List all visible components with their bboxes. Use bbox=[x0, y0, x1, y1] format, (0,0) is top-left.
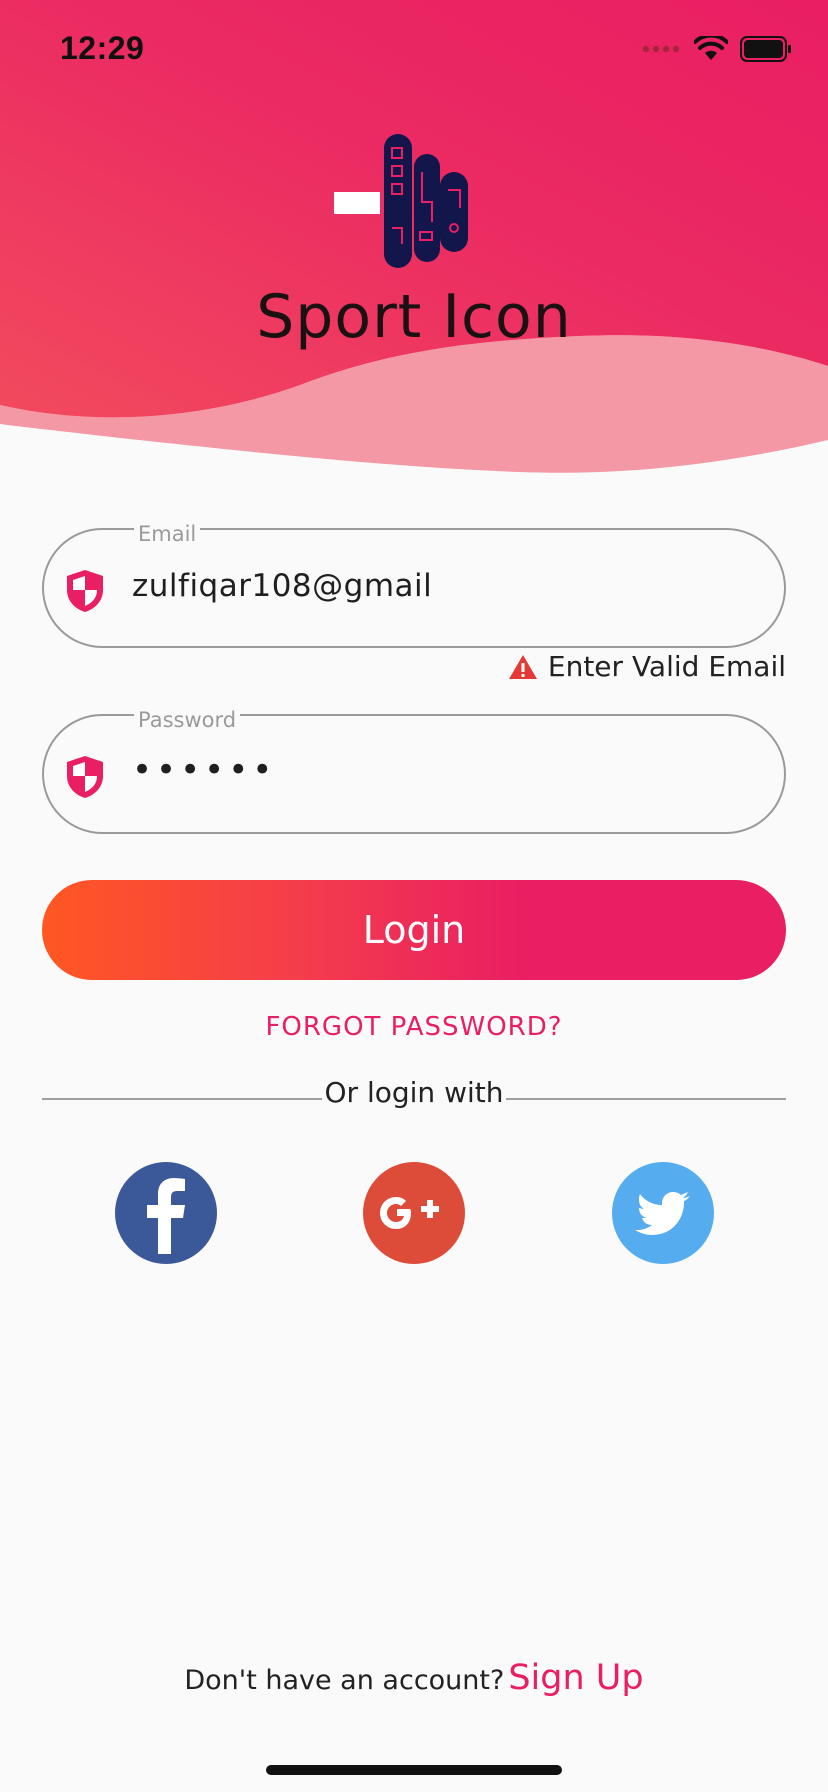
divider-left bbox=[42, 1098, 322, 1100]
app-title: Sport Icon bbox=[256, 282, 572, 352]
email-label: Email bbox=[134, 522, 201, 546]
or-login-with-label: Or login with bbox=[322, 1076, 506, 1109]
warning-icon bbox=[508, 654, 537, 679]
google-plus-icon bbox=[380, 1197, 439, 1229]
forgot-password-link[interactable]: FORGOT PASSWORD? bbox=[0, 1012, 828, 1042]
wifi-icon bbox=[694, 36, 728, 60]
header-banner: 12:29 Sport Icon bbox=[0, 0, 828, 480]
signup-row: Don't have an account? Sign Up bbox=[0, 1658, 828, 1698]
email-error: Enter Valid Email bbox=[508, 650, 786, 683]
home-indicator[interactable] bbox=[266, 1765, 562, 1775]
cellular-signal-icon bbox=[642, 45, 680, 53]
password-label: Password bbox=[134, 708, 241, 732]
sport-logo-icon bbox=[334, 134, 468, 268]
status-time: 12:29 bbox=[60, 30, 145, 66]
divider-right bbox=[506, 1098, 786, 1100]
twitter-icon bbox=[635, 1192, 690, 1235]
login-button[interactable]: Login bbox=[42, 880, 786, 980]
password-field[interactable]: Password •••••• bbox=[42, 708, 786, 834]
sign-up-link[interactable]: Sign Up bbox=[508, 1658, 643, 1698]
google-plus-button[interactable] bbox=[363, 1162, 465, 1264]
email-error-text: Enter Valid Email bbox=[547, 650, 786, 683]
battery-icon bbox=[740, 36, 791, 62]
facebook-button[interactable] bbox=[115, 1162, 217, 1264]
email-field[interactable]: Email zulfiqar108@gmail bbox=[42, 522, 786, 648]
shield-icon bbox=[67, 756, 103, 798]
no-account-text: Don't have an account? bbox=[184, 1665, 505, 1696]
login-screen: 12:29 Sport Icon Email zulfiqar108@gmail… bbox=[0, 0, 828, 1792]
twitter-button[interactable] bbox=[612, 1162, 714, 1264]
shield-icon bbox=[67, 570, 103, 612]
facebook-icon bbox=[147, 1178, 185, 1254]
status-icons bbox=[642, 36, 792, 62]
password-value: •••••• bbox=[132, 750, 277, 790]
email-value: zulfiqar108@gmail bbox=[132, 568, 433, 604]
status-bar: 12:29 bbox=[0, 0, 828, 100]
